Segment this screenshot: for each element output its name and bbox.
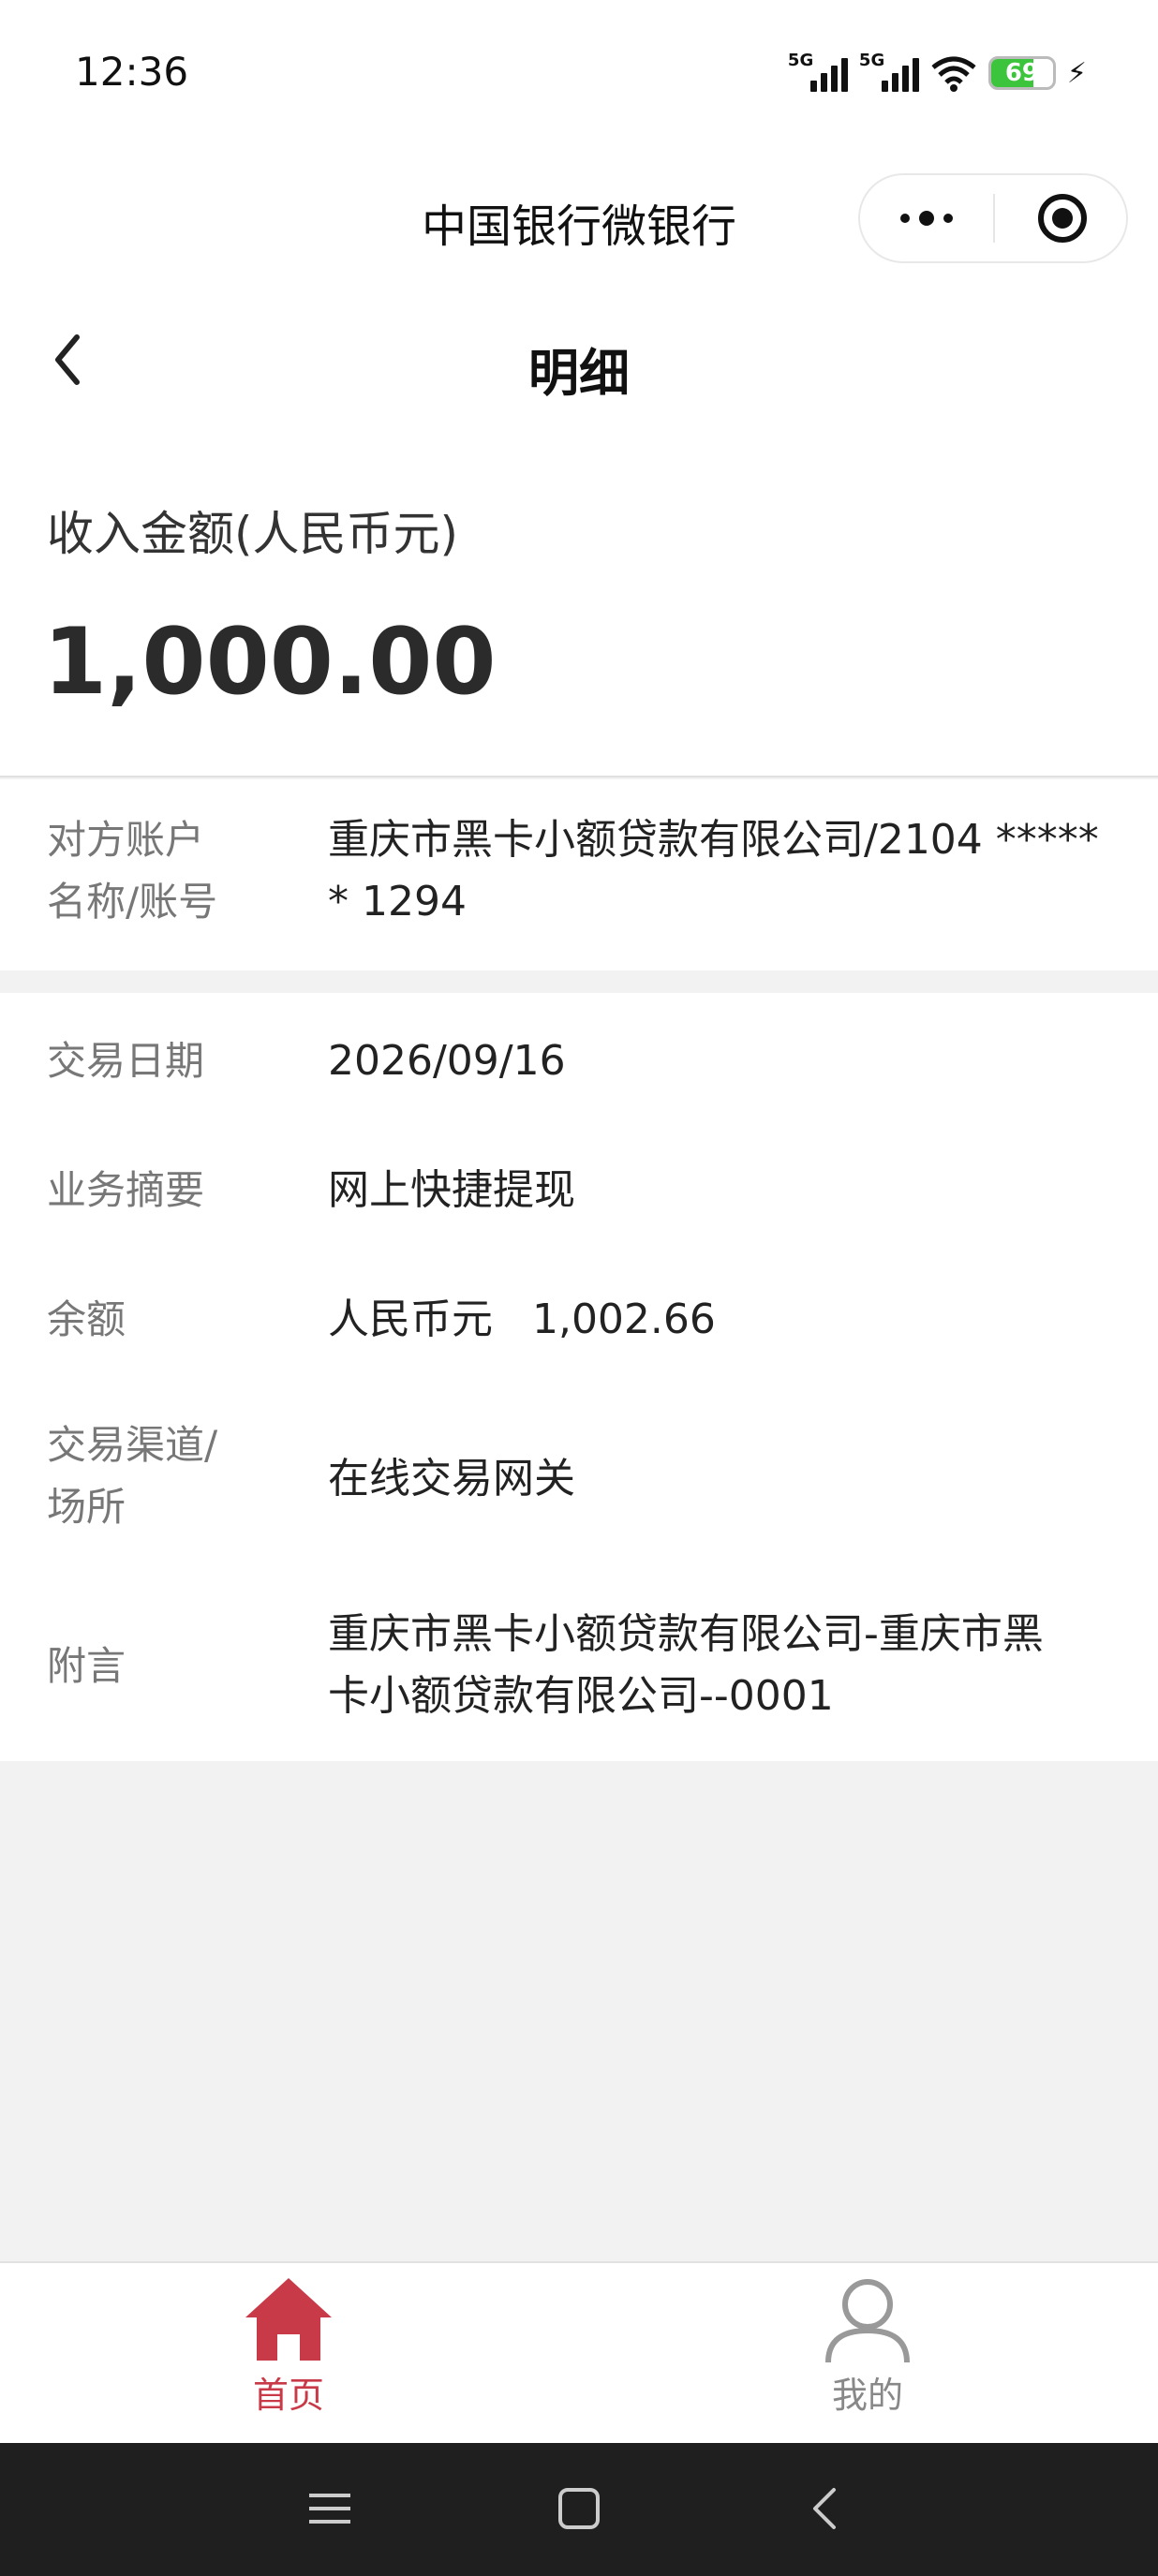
wifi-icon [931,56,976,92]
status-time: 12:36 [75,49,189,95]
detail-label-summary: 业务摘要 [47,1167,205,1213]
tab-home-label: 首页 [252,2375,324,2416]
detail-label-date: 交易日期 [47,1038,205,1084]
detail-value-date: 2026/09/16 [328,1037,566,1085]
amount-value: 1,000.00 [43,609,497,716]
details-section: 交易日期 2026/09/16 业务摘要 网上快捷提现 余额 人民币元 1,00… [0,993,1158,1761]
back-icon[interactable] [798,2480,854,2537]
battery-level: 69 [1004,59,1040,87]
counterparty-value-line: 重庆市黑卡小额贷款有限公司/2104 ***** [328,816,1099,864]
amount-label: 收入金额(人民币元) [47,507,459,561]
status-icons: 5G 5G 69 ⚡ [787,51,1087,94]
amount-section: 收入金额(人民币元) 1,000.00 [0,440,1158,777]
page-header: 明细 [0,290,1158,440]
capsule-divider [993,194,995,243]
detail-label-channel: 交易渠道/ 场所 [47,1414,217,1538]
status-bar: 12:36 5G 5G 69 ⚡ [0,0,1158,150]
counterparty-value-line: * 1294 [328,878,467,925]
detail-label-balance: 余额 [47,1296,126,1342]
system-nav-bar [0,2443,1158,2576]
home-icon [245,2278,332,2361]
battery-icon: 69 [987,56,1056,90]
user-icon [825,2279,910,2363]
capsule-menu [858,173,1128,263]
tab-home[interactable]: 首页 [195,2273,382,2441]
counterparty-label-line: 名称/账号 [47,879,218,925]
counterparty-value: 重庆市黑卡小额贷款有限公司/2104 ***** * 1294 [328,809,1124,933]
signal-icon: 5G [787,51,848,92]
signal-icon: 5G [858,51,919,92]
counterparty-section: 对方账户 名称/账号 重庆市黑卡小额贷款有限公司/2104 ***** * 12… [0,779,1158,970]
tab-bar: 首页 我的 [0,2261,1158,2443]
detail-value-balance: 人民币元 1,002.66 [328,1295,716,1343]
network-type-label: 5G [858,51,885,70]
page: 12:36 5G 5G 69 ⚡ 中国银行微银行 明细 收入金额(人民币元) 1… [0,0,1158,2576]
tab-mine-label: 我的 [831,2375,903,2416]
home-square-icon[interactable] [551,2480,607,2537]
close-target-icon[interactable] [1038,194,1087,243]
detail-value-channel: 在线交易网关 [328,1455,575,1503]
detail-value-summary: 网上快捷提现 [328,1166,575,1214]
detail-value-remark: 重庆市黑卡小额贷款有限公司-重庆市黑 卡小额贷款有限公司--0001 [328,1604,1124,1727]
counterparty-label-line: 对方账户 [47,817,205,863]
charging-icon: ⚡ [1066,56,1087,90]
detail-value-line: 卡小额贷款有限公司--0001 [328,1672,834,1720]
detail-label-line: 交易渠道/ [47,1422,218,1468]
mini-program-title-bar: 中国银行微银行 [0,150,1158,290]
tab-mine[interactable]: 我的 [774,2273,961,2441]
detail-label-line: 场所 [47,1484,126,1530]
page-title: 明细 [528,344,630,403]
menu-icon[interactable] [302,2480,358,2537]
more-icon[interactable] [860,175,993,261]
counterparty-label: 对方账户 名称/账号 [47,809,217,933]
network-type-label: 5G [787,51,814,70]
detail-label-remark: 附言 [47,1643,126,1689]
detail-value-line: 重庆市黑卡小额贷款有限公司-重庆市黑 [328,1610,1044,1658]
